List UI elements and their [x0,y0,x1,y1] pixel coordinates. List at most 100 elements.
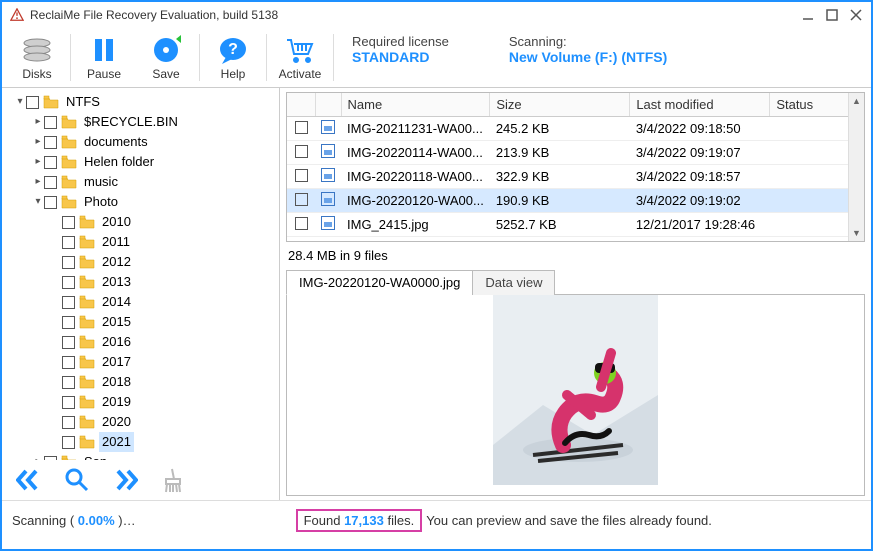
tree-checkbox[interactable] [62,416,75,429]
tree-checkbox[interactable] [44,456,57,461]
maximize-button[interactable] [825,8,839,22]
disks-button[interactable]: Disks [6,28,68,87]
tree-item[interactable]: 2015 [6,312,275,332]
tree-toggle-icon[interactable]: ▸ [32,172,44,192]
scan-progress: Scanning ( 0.00% )… [12,513,136,528]
tree-checkbox[interactable] [44,176,57,189]
row-checkbox[interactable] [295,121,308,134]
table-scrollbar[interactable]: ▲ ▼ [848,93,864,241]
tree-checkbox[interactable] [62,316,75,329]
close-button[interactable] [849,8,863,22]
pause-button[interactable]: Pause [73,28,135,87]
tree-item[interactable]: 2013 [6,272,275,292]
scanning-value[interactable]: New Volume (F:) (NTFS) [509,49,667,65]
activate-button[interactable]: Activate [269,28,331,87]
tree-checkbox[interactable] [44,136,57,149]
tree-checkbox[interactable] [62,396,75,409]
table-row[interactable]: IMG-20211231-WA00...245.2 KB3/4/2022 09:… [287,117,864,141]
preview-image [493,295,658,485]
tree-checkbox[interactable] [62,216,75,229]
tree-checkbox[interactable] [62,356,75,369]
toolbar: Disks Pause Save ? Help Activate Require… [2,28,871,88]
tree-item[interactable]: ▾Photo [6,192,275,212]
tree-item[interactable]: 2011 [6,232,275,252]
pause-label: Pause [87,67,121,81]
tree-item[interactable]: ▸documents [6,132,275,152]
tree-item[interactable]: 2012 [6,252,275,272]
tree-item-label: 2012 [99,252,134,272]
table-row[interactable]: IMG-20220120-WA00...190.9 KB3/4/2022 09:… [287,189,864,213]
cell-name: IMG-20220114-WA00... [341,141,490,165]
tree-checkbox[interactable] [62,256,75,269]
tree-item[interactable]: ▾NTFS [6,92,275,112]
cell-size: 5252.7 KB [490,213,630,237]
tree-item[interactable]: 2017 [6,352,275,372]
tree-item[interactable]: ▸ music [6,172,275,192]
tree-checkbox[interactable] [62,436,75,449]
col-modified[interactable]: Last modified [630,93,770,117]
table-row[interactable]: IMG_2415.jpg5252.7 KB12/21/2017 19:28:46 [287,213,864,237]
tree-item[interactable]: 2010 [6,212,275,232]
tree-item[interactable]: ▸ Helen folder [6,152,275,172]
tree-item-label: music [81,172,121,192]
disks-icon [20,35,54,65]
folder-icon [79,274,95,290]
row-checkbox[interactable] [295,193,308,206]
row-checkbox[interactable] [295,217,308,230]
folder-icon [79,314,95,330]
tree-checkbox[interactable] [62,296,75,309]
folder-tree[interactable]: ▾NTFS▸$RECYCLE.BIN▸documents▸Helen folde… [6,92,275,460]
tree-toolbar [6,460,275,500]
tree-checkbox[interactable] [62,236,75,249]
search-button[interactable] [64,467,90,493]
folder-icon [79,254,95,270]
scroll-down-icon[interactable]: ▼ [849,225,864,241]
license-value[interactable]: STANDARD [352,49,449,65]
tree-item[interactable]: 2019 [6,392,275,412]
col-size[interactable]: Size [490,93,630,117]
tree-item-label: Helen folder [81,152,157,172]
table-row[interactable]: IMG-20220114-WA00...213.9 KB3/4/2022 09:… [287,141,864,165]
table-row[interactable]: IMG-20220118-WA00...322.9 KB3/4/2022 09:… [287,165,864,189]
app-logo-icon [10,8,24,22]
tab-data-view[interactable]: Data view [472,270,555,295]
help-button[interactable]: ? Help [202,28,264,87]
tree-item[interactable]: 2021 [6,432,275,452]
scroll-up-icon[interactable]: ▲ [849,93,864,109]
tab-preview-file[interactable]: IMG-20220120-WA0000.jpg [286,270,473,295]
cleanup-button[interactable] [160,467,184,493]
save-button[interactable]: Save [135,28,197,87]
tree-toggle-icon[interactable]: ▸ [32,132,44,152]
tree-toggle-icon[interactable]: ▸ [32,152,44,172]
folder-icon [61,454,77,460]
preview-tabs: IMG-20220120-WA0000.jpg Data view [286,269,865,295]
row-checkbox[interactable] [295,145,308,158]
nav-forward-button[interactable] [112,468,138,492]
cell-modified: 3/4/2022 09:18:50 [630,117,770,141]
tree-checkbox[interactable] [62,376,75,389]
status-message: You can preview and save the files alrea… [426,513,712,528]
tree-toggle-icon[interactable]: ▾ [32,192,44,212]
tree-checkbox[interactable] [44,196,57,209]
tree-item[interactable]: ▸$RECYCLE.BIN [6,112,275,132]
tree-toggle-icon[interactable]: ▸ [32,112,44,132]
tree-toggle-icon[interactable]: ▾ [14,92,26,112]
tree-item[interactable]: 2018 [6,372,275,392]
tree-item[interactable]: 2016 [6,332,275,352]
tree-toggle-icon[interactable]: ▸ [32,452,44,460]
nav-back-button[interactable] [16,468,42,492]
col-name[interactable]: Name [341,93,490,117]
file-table[interactable]: Name Size Last modified Status IMG-20211… [286,92,865,242]
tree-checkbox[interactable] [44,116,57,129]
scanning-label: Scanning: [509,34,667,49]
row-checkbox[interactable] [295,169,308,182]
tree-checkbox[interactable] [26,96,39,109]
tree-checkbox[interactable] [62,276,75,289]
tree-item[interactable]: 2020 [6,412,275,432]
tree-checkbox[interactable] [62,336,75,349]
minimize-button[interactable] [801,8,815,22]
tree-item[interactable]: 2014 [6,292,275,312]
tree-item[interactable]: ▸Son [6,452,275,460]
folder-icon [61,174,77,190]
tree-checkbox[interactable] [44,156,57,169]
